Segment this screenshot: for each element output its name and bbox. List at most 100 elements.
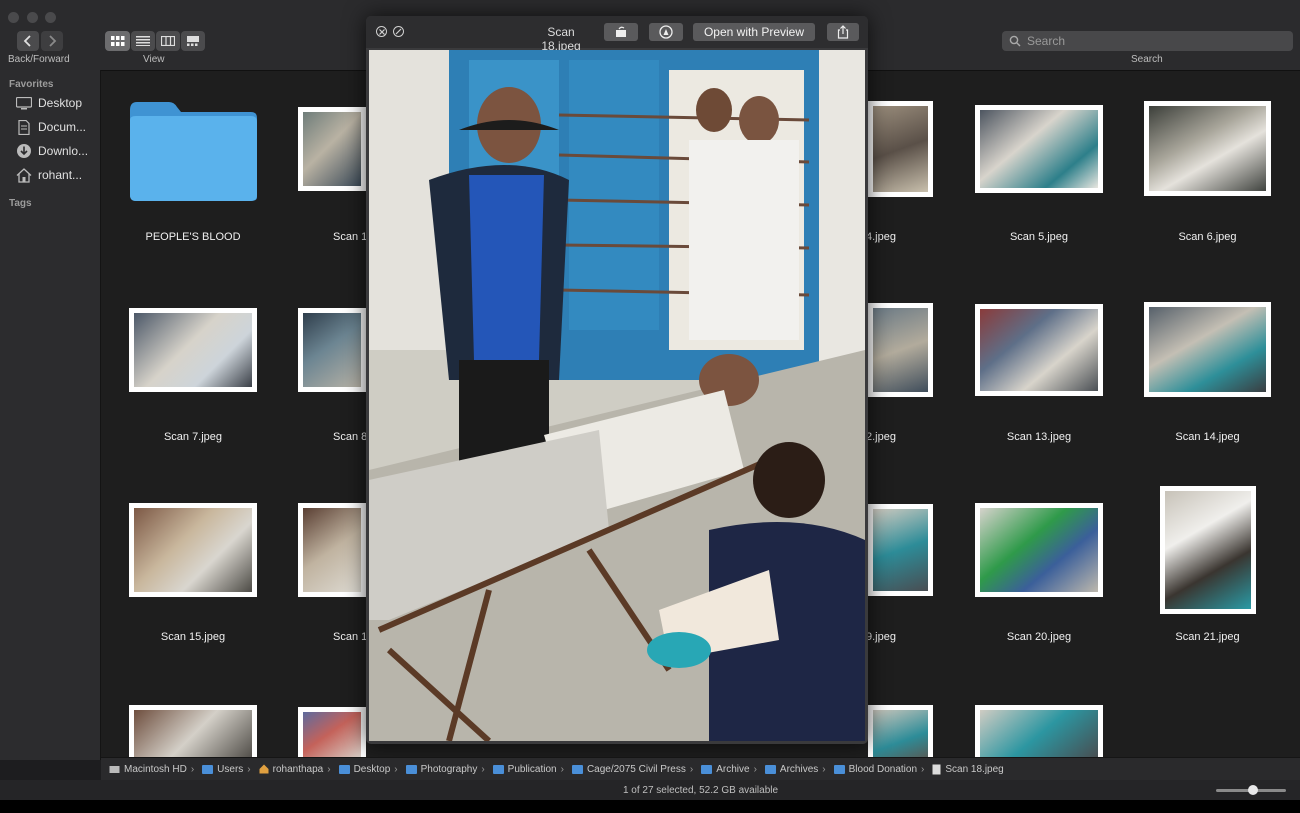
path-item-archives[interactable]: Archives › [764, 763, 826, 775]
zoom-window-button[interactable] [45, 12, 56, 23]
path-separator: › [247, 763, 251, 775]
search-input[interactable] [1025, 33, 1279, 49]
view-gallery-button[interactable] [181, 31, 205, 51]
file-thumbnail[interactable] [298, 107, 366, 191]
file-label: 2.jpeg [866, 431, 896, 443]
file-thumbnail[interactable] [298, 503, 366, 597]
path-item-macintosh-hd[interactable]: Macintosh HD › [109, 764, 194, 775]
markup-button[interactable] [649, 23, 683, 41]
quicklook-title: Scan 18.jpeg [541, 25, 581, 53]
sidebar-item-label: Docum... [38, 120, 87, 134]
path-item-label: Desktop [353, 763, 391, 775]
view-icon-button[interactable] [105, 31, 130, 51]
file-label: Scan 8 [333, 431, 368, 443]
file-thumbnail[interactable] [975, 304, 1103, 396]
file-thumbnail[interactable] [868, 504, 933, 596]
folder-icon [764, 764, 776, 774]
path-item-label: Photography [420, 763, 478, 775]
path-item-cage[interactable]: Cage/2075 Civil Press › [571, 763, 693, 775]
file-thumbnail[interactable] [975, 705, 1103, 757]
path-item-archive[interactable]: Archive › [701, 764, 757, 775]
minimize-window-button[interactable] [27, 12, 38, 23]
path-separator: › [394, 763, 398, 775]
path-item-photography[interactable]: Photography › [405, 763, 485, 775]
folder-icon [571, 764, 583, 774]
file-label: Scan 21.jpeg [1175, 631, 1240, 643]
path-item-file[interactable]: Scan 18.jpeg [932, 764, 1004, 775]
path-separator: › [822, 763, 826, 775]
sidebar: Favorites Desktop Docum... Downlo... roh… [0, 70, 101, 760]
status-bar-left [0, 780, 101, 800]
file-label: PEOPLE'S BLOOD [145, 231, 241, 243]
sidebar-item-documents[interactable]: Docum... [16, 117, 100, 137]
file-thumbnail[interactable] [129, 503, 257, 597]
nav-label: Back/Forward [8, 54, 70, 65]
file-thumbnail[interactable] [1144, 101, 1271, 196]
file-thumbnail[interactable] [298, 308, 366, 392]
path-separator: › [753, 763, 757, 775]
path-item-desktop[interactable]: Desktop › [338, 763, 398, 775]
file-thumbnail[interactable] [975, 105, 1103, 193]
icon-size-slider-knob[interactable] [1248, 785, 1258, 795]
chevron-left-icon [23, 35, 31, 47]
markup-icon [659, 25, 673, 39]
view-list-button[interactable] [131, 31, 155, 51]
columns-icon [161, 36, 175, 46]
sidebar-item-downloads[interactable]: Downlo... [16, 141, 100, 161]
path-separator: › [921, 763, 925, 775]
path-separator: › [327, 763, 331, 775]
path-item-home[interactable]: rohanthapa › [259, 764, 331, 775]
file-thumbnail[interactable] [868, 101, 933, 197]
folder-item[interactable] [129, 98, 259, 203]
file-thumbnail[interactable] [868, 303, 933, 397]
folder-icon [701, 764, 713, 774]
search-field[interactable] [1002, 31, 1293, 51]
path-item-blood-donation[interactable]: Blood Donation › [833, 763, 925, 775]
file-thumbnail[interactable] [1160, 486, 1256, 614]
file-label: Scan 6.jpeg [1178, 231, 1237, 243]
open-with-preview-button[interactable]: Open with Preview [693, 23, 815, 41]
status-text: 1 of 27 selected, 52.2 GB available [622, 784, 779, 796]
rotate-button[interactable] [604, 23, 638, 41]
file-thumbnail[interactable] [868, 705, 933, 757]
folder-icon [130, 102, 257, 201]
sidebar-item-desktop[interactable]: Desktop [16, 93, 100, 113]
quicklook-photo [369, 50, 865, 741]
file-label: Scan 1 [333, 631, 368, 643]
file-thumbnail[interactable] [129, 308, 257, 392]
file-thumbnail[interactable] [975, 503, 1103, 597]
path-item-publication[interactable]: Publication › [492, 763, 564, 775]
home-icon [259, 764, 269, 774]
view-label: View [143, 54, 165, 65]
quicklook-toolbar: Scan 18.jpeg Open with Preview [366, 16, 868, 53]
rotate-icon [616, 26, 626, 37]
path-item-label: rohanthapa [272, 763, 324, 775]
gallery-icon [187, 36, 199, 46]
view-columns-button[interactable] [156, 31, 180, 51]
share-button[interactable] [827, 23, 859, 41]
path-separator: › [560, 763, 564, 775]
file-thumbnail[interactable] [298, 707, 366, 757]
forward-button[interactable] [41, 31, 63, 51]
file-label: Scan 5.jpeg [1009, 231, 1069, 243]
sidebar-item-home[interactable]: rohant... [16, 165, 100, 185]
path-item-label: Cage/2075 Civil Press [586, 763, 686, 775]
file-label: Scan 13.jpeg [1006, 431, 1072, 443]
bottom-edge [0, 800, 1300, 813]
back-button[interactable] [17, 31, 39, 51]
sidebar-item-label: Desktop [38, 96, 83, 110]
quicklook-window: Scan 18.jpeg Open with Preview [366, 16, 868, 744]
file-thumbnail[interactable] [1144, 302, 1271, 397]
quicklook-close-button[interactable] [376, 26, 387, 37]
sidebar-item-label: Downlo... [38, 144, 89, 158]
path-item-label: Blood Donation [848, 763, 918, 775]
file-thumbnail[interactable] [129, 705, 257, 757]
search-label: Search [1131, 54, 1163, 65]
file-label: Scan 20.jpeg [1006, 631, 1072, 643]
quicklook-fullscreen-button[interactable] [393, 26, 404, 37]
folder-icon [833, 764, 845, 774]
path-item-label: Archives [779, 763, 819, 775]
path-item-users[interactable]: Users › [202, 763, 251, 775]
path-item-label: Publication [507, 763, 557, 775]
close-window-button[interactable] [8, 12, 19, 23]
